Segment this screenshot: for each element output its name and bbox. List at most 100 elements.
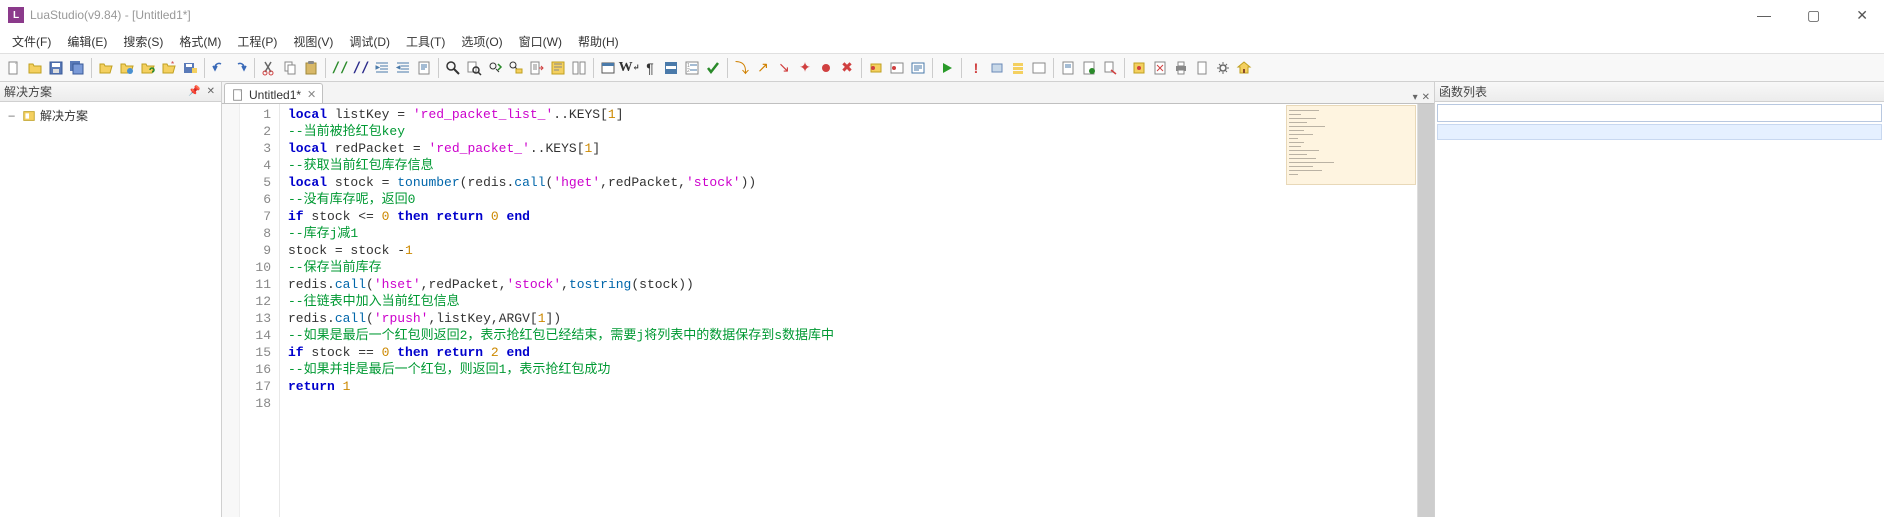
app-icon: L [8,7,24,23]
menu-window[interactable]: 窗口(W) [511,30,570,53]
find-in-files-icon[interactable] [464,57,484,79]
locals-icon[interactable] [1029,57,1049,79]
menu-edit[interactable]: 编辑(E) [59,30,115,53]
page-icon[interactable] [1192,57,1212,79]
menu-debug[interactable]: 调试(D) [341,30,398,53]
folder2-icon[interactable] [117,57,137,79]
debug-dot-icon[interactable] [816,57,836,79]
menu-bar: 文件(F) 编辑(E) 搜索(S) 格式(M) 工程(P) 视图(V) 调试(D… [0,30,1884,54]
script1-icon[interactable] [1058,57,1078,79]
debug-arrow1-icon[interactable]: ⤵ [732,57,752,79]
cut-icon[interactable] [259,57,279,79]
print-icon[interactable] [1171,57,1191,79]
folder1-icon[interactable] [96,57,116,79]
menu-search[interactable]: 搜索(S) [115,30,171,53]
tool1-icon[interactable] [1129,57,1149,79]
line-numbers-icon[interactable]: 12 [682,57,702,79]
solution-explorer-panel: 解决方案 📌 ✕ − 解决方案 [0,82,222,517]
watch-icon[interactable] [987,57,1007,79]
editor-tab[interactable]: Untitled1* ✕ [224,83,323,103]
undo-icon[interactable] [209,57,229,79]
indent-icon[interactable] [372,57,392,79]
breakpoint2-icon[interactable] [887,57,907,79]
debug-arrow2-icon[interactable]: ↗ [753,57,773,79]
tab-dropdown-icon[interactable]: ▾ [1413,92,1418,103]
panel-close-icon[interactable]: ✕ [205,86,217,97]
solution-tree[interactable]: − 解决方案 [0,102,221,129]
new-file-icon[interactable] [4,57,24,79]
maximize-button[interactable]: ▢ [1799,5,1828,26]
menu-options[interactable]: 选项(O) [453,30,510,53]
project-save-icon[interactable] [180,57,200,79]
line-number-gutter: 123456789101112131415161718 [240,104,280,517]
run-icon[interactable] [937,57,957,79]
paste-icon[interactable] [301,57,321,79]
stop-icon[interactable]: ! [966,57,986,79]
line-highlight-icon[interactable] [661,57,681,79]
solution-panel-title: 解决方案 [4,83,52,100]
tree-root-item[interactable]: − 解决方案 [6,106,215,125]
find-next-icon[interactable] [485,57,505,79]
word-wrap-icon[interactable]: W↵ [619,57,639,79]
menu-tools[interactable]: 工具(T) [398,30,453,53]
close-button[interactable]: ✕ [1848,5,1876,26]
tabs-close-icon[interactable]: ✕ [1422,92,1430,103]
output-icon[interactable] [908,57,928,79]
stack-icon[interactable] [1008,57,1028,79]
tool2-icon[interactable] [1150,57,1170,79]
pilcrow-icon[interactable]: ¶ [640,57,660,79]
save-icon[interactable] [46,57,66,79]
vertical-scrollbar[interactable] [1417,104,1434,517]
tree-collapse-icon[interactable]: − [8,109,18,123]
function-filter-input[interactable] [1437,104,1882,122]
breakpoint-icon[interactable] [866,57,886,79]
menu-format[interactable]: 格式(M) [171,30,229,53]
function-panel-header: 函数列表 [1435,82,1884,102]
function-list-panel: 函数列表 [1434,82,1884,517]
uncomment-icon[interactable]: // [351,57,371,79]
gear-icon[interactable] [1213,57,1233,79]
home-icon[interactable] [1234,57,1254,79]
script-arrow-icon[interactable] [1100,57,1120,79]
menu-file[interactable]: 文件(F) [4,30,59,53]
function-list-selection[interactable] [1437,124,1882,140]
menu-view[interactable]: 视图(V) [285,30,341,53]
panel-pin-icon[interactable]: 📌 [186,86,202,97]
open-file-icon[interactable] [25,57,45,79]
debug-cross-icon[interactable]: ✖ [837,57,857,79]
compare-icon[interactable] [569,57,589,79]
code-area[interactable]: local listKey = 'red_packet_list_'..KEYS… [280,104,1434,517]
function-list[interactable] [1437,124,1882,517]
svg-text:2: 2 [687,68,690,74]
svg-text:*: * [171,60,174,69]
debug-arrow3-icon[interactable]: ↘ [774,57,794,79]
editor-margin[interactable] [222,104,240,517]
tab-bar: Untitled1* ✕ ▾ ✕ [222,82,1434,104]
window-controls: — ▢ ✕ [1749,5,1876,26]
folder-new-icon[interactable]: * [159,57,179,79]
minimap[interactable]: ▬▬▬▬▬▬▬▬▬▬▬▬▬▬▬▬▬▬▬▬▬▬▬▬▬▬▬▬▬ ▬▬▬▬▬▬▬▬▬▬… [1286,105,1416,185]
check-icon[interactable] [703,57,723,79]
find-icon[interactable] [443,57,463,79]
toolbar: * // // W↵ ¶ 12 ⤵ ↗ ↘ ✦ ✖ ! [0,54,1884,82]
comment-icon[interactable]: // [330,57,350,79]
outdent-icon[interactable] [393,57,413,79]
folder-refresh-icon[interactable] [138,57,158,79]
window-icon[interactable] [598,57,618,79]
redo-icon[interactable] [230,57,250,79]
editor[interactable]: 123456789101112131415161718 local listKe… [222,104,1434,517]
debug-star-icon[interactable]: ✦ [795,57,815,79]
menu-project[interactable]: 工程(P) [229,30,285,53]
menu-help[interactable]: 帮助(H) [570,30,627,53]
save-all-icon[interactable] [67,57,87,79]
tab-close-icon[interactable]: ✕ [305,88,318,101]
goto-line-icon[interactable] [527,57,547,79]
script2-icon[interactable] [1079,57,1099,79]
bookmark-icon[interactable] [548,57,568,79]
minimize-button[interactable]: — [1749,5,1779,26]
replace-icon[interactable] [506,57,526,79]
format-doc-icon[interactable] [414,57,434,79]
window-title: LuaStudio(v9.84) - [Untitled1*] [30,8,1749,22]
solution-panel-header: 解决方案 📌 ✕ [0,82,221,102]
copy-icon[interactable] [280,57,300,79]
